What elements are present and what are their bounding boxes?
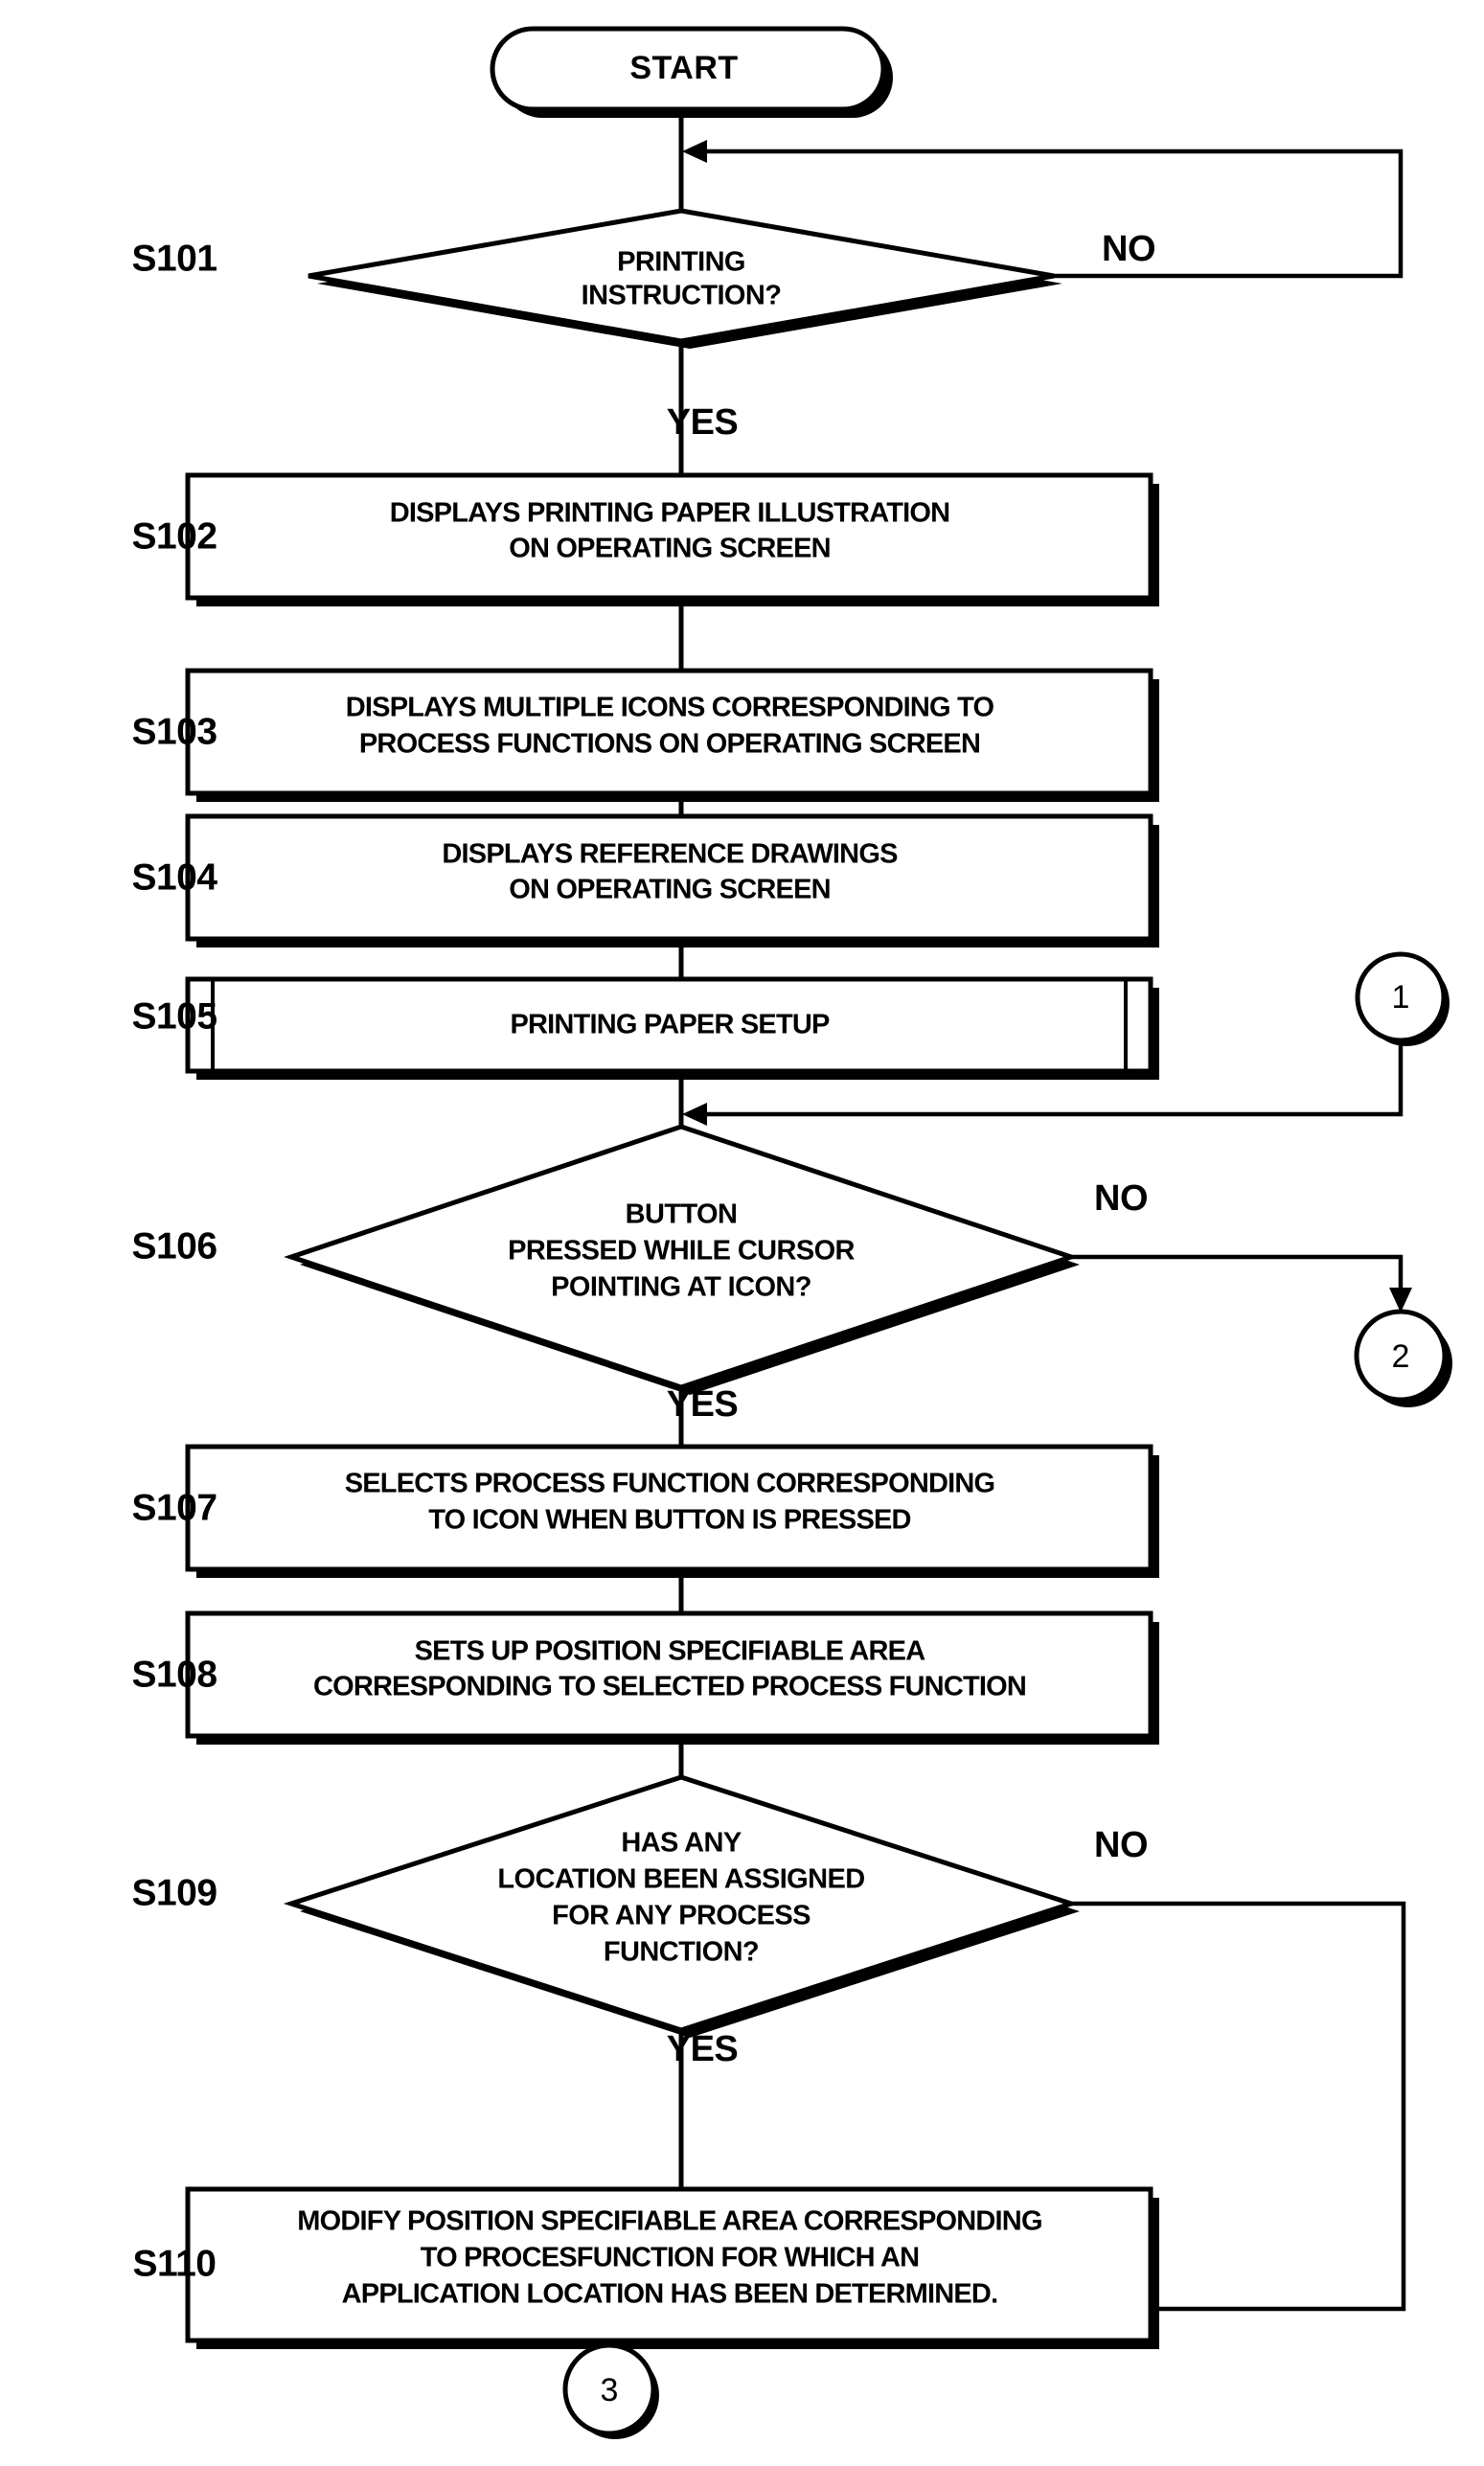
branch-label-s106-no: NO: [1094, 1178, 1148, 1219]
decision-s109-line-1: HAS ANY: [621, 1828, 741, 1859]
process-s108-line-1: SETS UP POSITION SPECIFIABLE AREA: [415, 1636, 926, 1667]
process-s102: DISPLAYS PRINTING PAPER ILLUSTRATION ON …: [185, 472, 1159, 606]
decision-s109-line-3: FOR ANY PROCESS: [552, 1901, 810, 1931]
process-s103-line-2: PROCESS FUNCTIONS ON OPERATING SCREEN: [359, 729, 980, 760]
decision-s101: PRINTING INSTRUCTION?: [308, 208, 1062, 349]
offpage-connector-3: 3: [562, 2342, 659, 2439]
step-label-s107: S107: [131, 1487, 217, 1528]
process-s104-line-1: DISPLAYS REFERENCE DRAWINGS: [442, 839, 898, 870]
decision-s109-line-4: FUNCTION?: [604, 1937, 759, 1968]
offpage-connector-1-label: 1: [1392, 979, 1410, 1016]
branch-label-s106-yes: YES: [667, 1384, 739, 1425]
process-s110-line-3: APPLICATION LOCATION HAS BEEN DETERMINED…: [342, 2279, 998, 2310]
process-s107-line-2: TO ICON WHEN BUTTON IS PRESSED: [428, 1505, 910, 1536]
decision-s109: HAS ANY LOCATION BEEN ASSIGNED FOR ANY P…: [283, 1774, 1080, 2038]
process-s102-line-1: DISPLAYS PRINTING PAPER ILLUSTRATION: [390, 498, 950, 529]
terminal-start-label: START: [629, 50, 738, 86]
offpage-connector-3-label: 3: [601, 2372, 619, 2409]
arrowhead-s101-no-loop: [682, 140, 707, 163]
branch-label-s101-yes: YES: [667, 402, 739, 443]
edge-s106-no-to-connector2: [1071, 1254, 1404, 1295]
decision-s106: BUTTON PRESSED WHILE CURSOR POINTING AT …: [284, 1124, 1080, 1395]
flowchart-canvas: START PRINTING INSTRUCTION? S101 YES NO …: [131, 26, 1452, 2439]
decision-s106-line-3: POINTING AT ICON?: [551, 1272, 811, 1303]
decision-s106-line-1: BUTTON: [626, 1199, 738, 1230]
process-s103: DISPLAYS MULTIPLE ICONS CORRESPONDING TO…: [185, 668, 1159, 802]
decision-s109-line-2: LOCATION BEEN ASSIGNED: [497, 1864, 864, 1895]
predefined-process-s105-line-1: PRINTING PAPER SETUP: [510, 1010, 830, 1040]
offpage-connector-1: 1: [1355, 951, 1450, 1046]
process-s108-line-2: CORRESPONDING TO SELECTED PROCESS FUNCTI…: [313, 1672, 1026, 1702]
decision-s106-line-2: PRESSED WHILE CURSOR: [508, 1236, 855, 1267]
decision-s101-line-2: INSTRUCTION?: [582, 281, 782, 311]
step-label-s104: S104: [131, 856, 217, 898]
offpage-connector-2: 2: [1354, 1309, 1452, 1407]
step-label-s110: S110: [133, 2243, 217, 2284]
step-label-s106: S106: [131, 1225, 217, 1267]
process-s108: SETS UP POSITION SPECIFIABLE AREA CORRES…: [185, 1610, 1159, 1745]
flowchart-diagram: START PRINTING INSTRUCTION? S101 YES NO …: [0, 0, 1484, 2466]
process-s107-line-1: SELECTS PROCESS FUNCTION CORRESPONDING: [345, 1469, 995, 1499]
step-label-s108: S108: [131, 1654, 217, 1695]
process-s104-line-2: ON OPERATING SCREEN: [509, 875, 831, 905]
process-s110-line-2: TO PROCESFUNCTION FOR WHICH AN: [421, 2243, 920, 2273]
step-label-s101: S101: [131, 238, 217, 279]
terminal-start: START: [490, 26, 893, 118]
branch-label-s109-yes: YES: [667, 2029, 739, 2069]
process-s102-line-2: ON OPERATING SCREEN: [509, 534, 831, 564]
branch-label-s101-no: NO: [1102, 229, 1155, 269]
offpage-connector-2-label: 2: [1392, 1338, 1410, 1375]
step-label-s103: S103: [131, 711, 217, 752]
process-s110: MODIFY POSITION SPECIFIABLE AREA CORRESP…: [185, 2186, 1159, 2349]
branch-label-s109-no: NO: [1094, 1825, 1148, 1865]
process-s104: DISPLAYS REFERENCE DRAWINGS ON OPERATING…: [185, 813, 1159, 948]
arrowhead-connector1-merge: [682, 1103, 707, 1126]
process-s110-line-1: MODIFY POSITION SPECIFIABLE AREA CORRESP…: [297, 2206, 1041, 2237]
decision-s101-line-1: PRINTING: [617, 247, 745, 278]
predefined-process-s105: PRINTING PAPER SETUP: [185, 976, 1159, 1080]
step-label-s109: S109: [131, 1872, 217, 1913]
step-label-s105: S105: [131, 995, 217, 1037]
arrowhead-s106-no: [1389, 1288, 1412, 1313]
process-s107: SELECTS PROCESS FUNCTION CORRESPONDING T…: [185, 1444, 1159, 1578]
process-s103-line-1: DISPLAYS MULTIPLE ICONS CORRESPONDING TO: [346, 693, 994, 723]
step-label-s102: S102: [131, 515, 217, 557]
